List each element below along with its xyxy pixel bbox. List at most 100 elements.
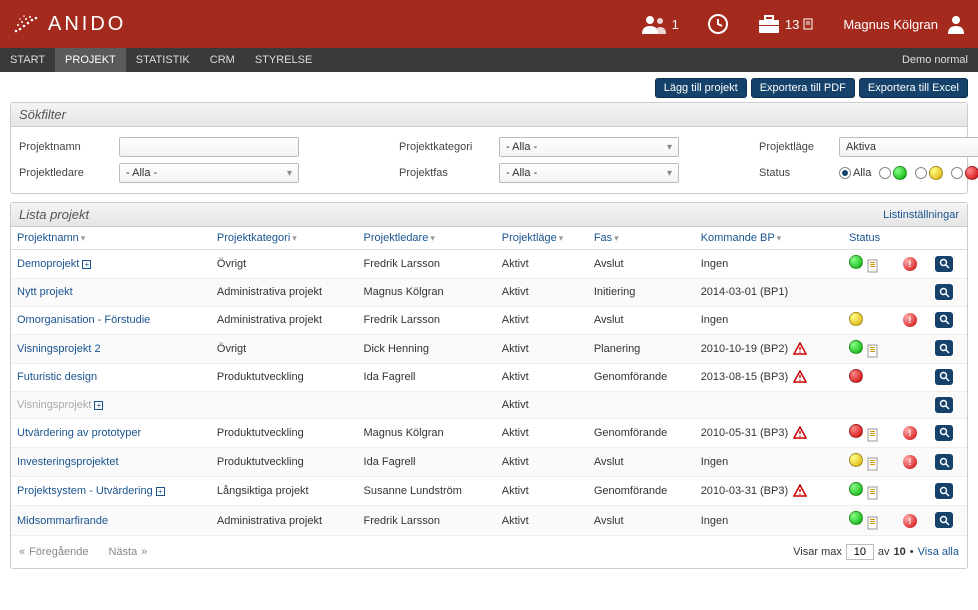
nav-item-styrelse[interactable]: STYRELSE — [245, 48, 322, 72]
cell-leader: Fredrik Larsson — [358, 306, 496, 334]
magnify-icon — [939, 371, 950, 382]
pager-prev[interactable]: Föregående — [29, 546, 88, 558]
status-radio-yellow[interactable] — [915, 167, 927, 179]
view-button[interactable] — [935, 340, 953, 356]
project-link[interactable]: Visningsprojekt — [17, 399, 91, 411]
projektlage-select[interactable]: Aktiva — [839, 137, 978, 157]
magnify-icon — [939, 427, 950, 438]
col-phase[interactable]: Fas▾ — [588, 227, 695, 250]
projektledare-select[interactable]: - Alla - — [119, 163, 299, 183]
view-button[interactable] — [935, 369, 953, 385]
project-link[interactable]: Futuristic design — [17, 371, 97, 383]
nav-item-projekt[interactable]: PROJEKT — [55, 48, 126, 72]
users-icon-group[interactable]: 1 — [642, 14, 679, 34]
cell-leader: Fredrik Larsson — [358, 506, 496, 535]
user-menu[interactable]: Magnus Kölgran — [843, 14, 966, 34]
col-mode[interactable]: Projektläge▾ — [496, 227, 588, 250]
list-panel-title: Lista projekt — [19, 207, 89, 222]
briefcase-icon — [757, 14, 781, 34]
user-name: Magnus Kölgran — [843, 17, 938, 32]
projektfas-select[interactable]: - Alla - — [499, 163, 679, 183]
cell-leader: Ida Fagrell — [358, 448, 496, 477]
cell-mode: Aktivt — [496, 334, 588, 363]
nav-item-statistik[interactable]: STATISTIK — [126, 48, 200, 72]
cell-status — [843, 391, 897, 419]
project-link[interactable]: Utvärdering av prototyper — [17, 427, 141, 439]
green-dot-icon — [893, 166, 907, 180]
magnify-icon — [939, 314, 950, 325]
clock-icon — [707, 13, 729, 35]
magnify-icon — [939, 457, 950, 468]
project-link[interactable]: Omorganisation - Förstudie — [17, 314, 150, 326]
project-link[interactable]: Projektsystem - Utvärdering — [17, 485, 153, 497]
nav-item-start[interactable]: START — [0, 48, 55, 72]
view-button[interactable] — [935, 425, 953, 441]
cell-bp: 2010-03-31 (BP3) — [695, 477, 843, 506]
cell-status — [843, 477, 897, 506]
expand-icon[interactable]: + — [94, 401, 103, 410]
pager-next[interactable]: Nästa — [108, 546, 137, 558]
view-button[interactable] — [935, 454, 953, 470]
cell-category: Övrigt — [211, 334, 358, 363]
cell-leader: Fredrik Larsson — [358, 250, 496, 279]
view-button[interactable] — [935, 284, 953, 300]
add-project-button[interactable]: Lägg till projekt — [655, 78, 747, 98]
col-category[interactable]: Projektkategori▾ — [211, 227, 358, 250]
status-radio-all[interactable] — [839, 167, 851, 179]
briefcase-icon-group[interactable]: 13 — [757, 14, 813, 34]
view-button[interactable] — [935, 256, 953, 272]
cell-bp — [695, 391, 843, 419]
expand-icon[interactable]: + — [82, 260, 91, 269]
status-radio-red[interactable] — [951, 167, 963, 179]
document-icon — [866, 457, 880, 471]
cell-leader: Susanne Lundström — [358, 477, 496, 506]
pager-of: av — [878, 546, 890, 558]
status-dot-icon — [849, 369, 863, 383]
nav-right-label: Demo normal — [892, 48, 978, 72]
pager-show-all[interactable]: Visa alla — [918, 546, 959, 558]
table-row: Futuristic designProduktutvecklingIda Fa… — [11, 363, 967, 391]
view-button[interactable] — [935, 397, 953, 413]
filter-panel-header: Sökfilter — [11, 103, 967, 127]
project-link[interactable]: Nytt projekt — [17, 286, 73, 298]
cell-mode: Aktivt — [496, 391, 588, 419]
status-radio-green[interactable] — [879, 167, 891, 179]
projektkategori-select[interactable]: - Alla - — [499, 137, 679, 157]
cell-leader: Magnus Kölgran — [358, 279, 496, 307]
expand-icon[interactable]: + — [156, 487, 165, 496]
table-row: InvesteringsprojektetProduktutvecklingId… — [11, 448, 967, 477]
status-all-label: Alla — [853, 167, 871, 179]
warning-icon — [793, 484, 807, 498]
status-dot-icon — [849, 511, 863, 525]
alert-icon: ! — [903, 455, 917, 469]
project-link[interactable]: Visningsprojekt 2 — [17, 343, 101, 355]
col-leader[interactable]: Projektledare▾ — [358, 227, 496, 250]
col-status[interactable]: Status — [843, 227, 929, 250]
list-settings-link[interactable]: Listinställningar — [883, 209, 959, 221]
logo-dots-icon — [12, 13, 42, 35]
alert-icon: ! — [903, 426, 917, 440]
view-button[interactable] — [935, 483, 953, 499]
view-button[interactable] — [935, 312, 953, 328]
project-link[interactable]: Investeringsprojektet — [17, 456, 119, 468]
cell-alert: ! — [897, 250, 930, 279]
project-link[interactable]: Midsommarfirande — [17, 515, 108, 527]
project-link[interactable]: Demoprojekt — [17, 258, 79, 270]
pager-max-input[interactable] — [846, 544, 874, 560]
export-pdf-button[interactable]: Exportera till PDF — [751, 78, 855, 98]
filter-panel: Sökfilter Projektnamn Projektkategori - … — [10, 102, 968, 194]
projektnamn-input[interactable] — [119, 137, 299, 157]
export-excel-button[interactable]: Exportera till Excel — [859, 78, 968, 98]
document-icon — [866, 516, 880, 530]
cell-status — [843, 279, 897, 307]
pager-showing-prefix: Visar max — [793, 546, 842, 558]
clock-icon-group[interactable] — [707, 13, 729, 35]
table-row: Utvärdering av prototyperProduktutveckli… — [11, 419, 967, 448]
nav-item-crm[interactable]: CRM — [200, 48, 245, 72]
view-button[interactable] — [935, 512, 953, 528]
cell-alert — [897, 279, 930, 307]
cell-bp: Ingen — [695, 250, 843, 279]
cell-mode: Aktivt — [496, 419, 588, 448]
col-name[interactable]: Projektnamn▾ — [11, 227, 211, 250]
col-bp[interactable]: Kommande BP▾ — [695, 227, 843, 250]
